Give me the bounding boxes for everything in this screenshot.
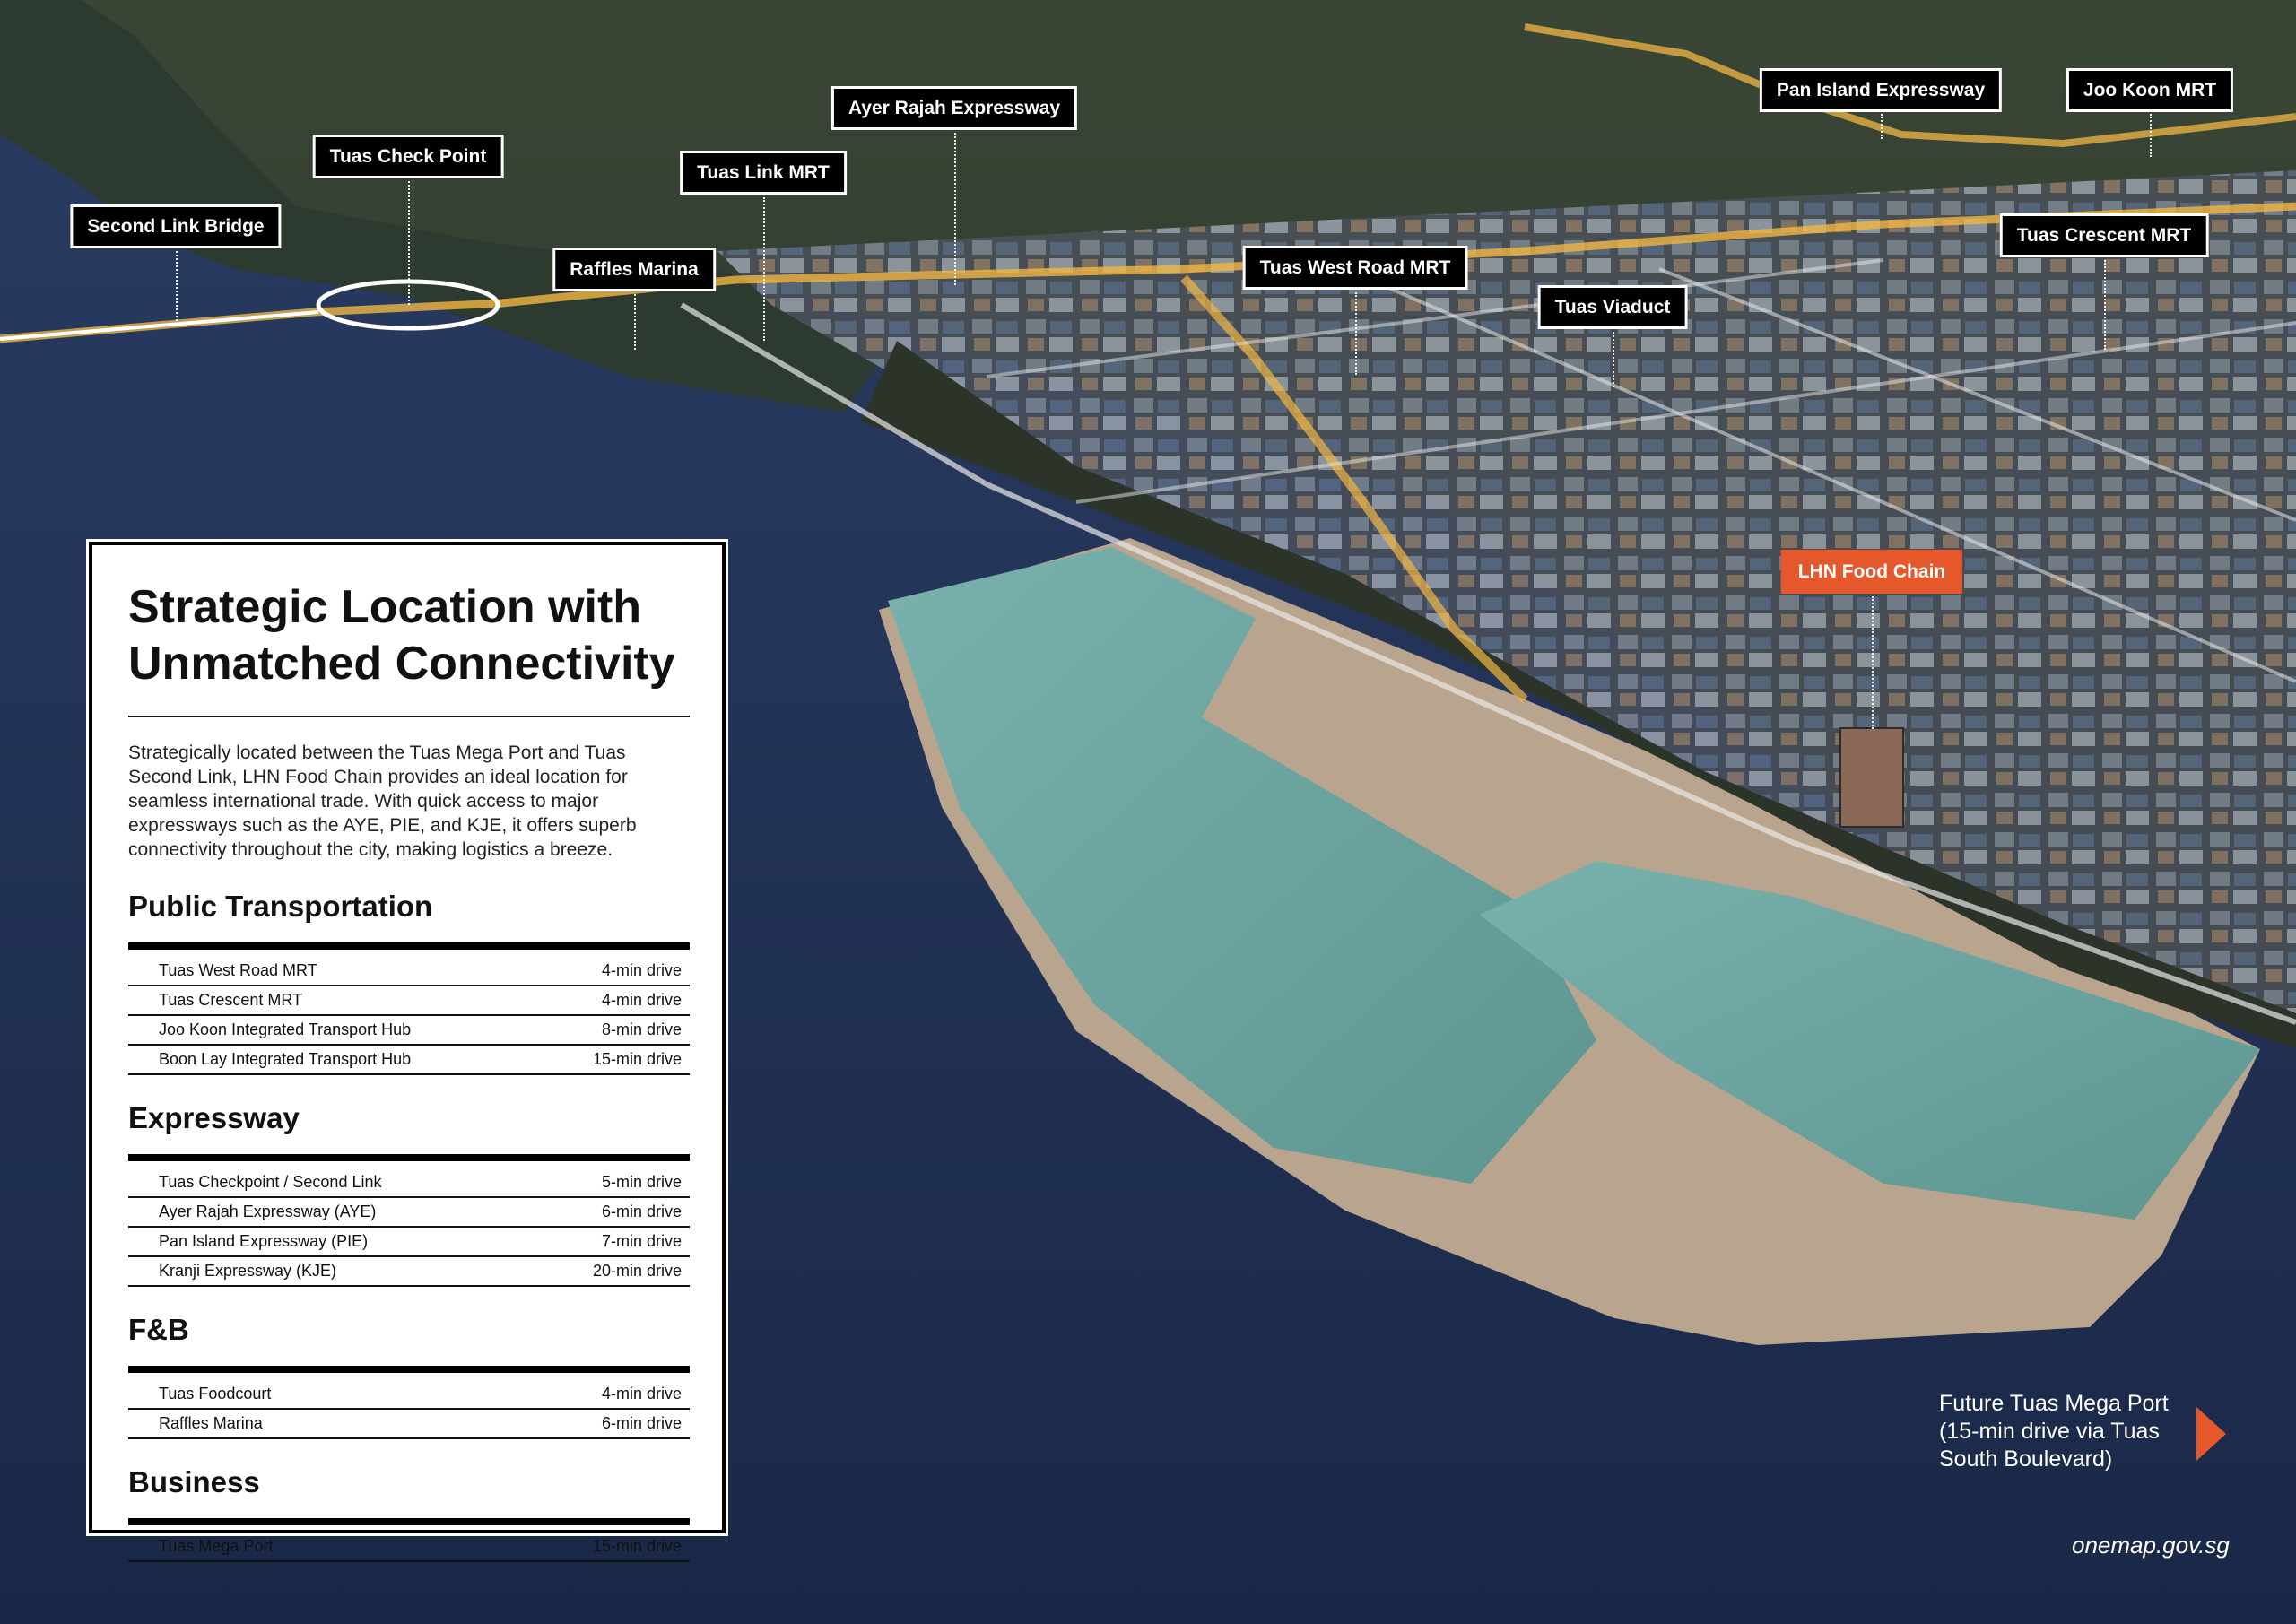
section-expressway: Expressway Tuas Checkpoint / Second Link 5…	[128, 1100, 690, 1287]
map-label-lhn-food-chain: LHN Food Chain	[1780, 550, 1963, 594]
row-drive-time: 8-min drive	[601, 1020, 682, 1038]
section-heading: Public Transportation	[128, 890, 433, 923]
table-row: Tuas Crescent MRT 4-min drive	[128, 986, 690, 1016]
row-drive-time: 7-min drive	[601, 1232, 682, 1250]
table-row: Pan Island Expressway (PIE) 7-min drive	[128, 1228, 690, 1257]
row-drive-time: 4-min drive	[601, 961, 682, 979]
leader-line	[1355, 292, 1357, 375]
leader-line	[1613, 332, 1614, 387]
table-row: Tuas Foodcourt 4-min drive	[128, 1380, 690, 1410]
section-heading: Business	[128, 1465, 260, 1498]
table-row: Joo Koon Integrated Transport Hub 8-min d…	[128, 1016, 690, 1046]
section-divider	[128, 1154, 690, 1161]
row-drive-time: 5-min drive	[601, 1173, 682, 1191]
section-divider	[128, 1518, 690, 1525]
row-drive-time: 4-min drive	[601, 1385, 682, 1403]
table-row: Tuas Checkpoint / Second Link 5-min drive	[128, 1168, 690, 1198]
leader-line	[763, 197, 765, 341]
row-place: Ayer Rajah Expressway (AYE)	[159, 1203, 377, 1220]
table-row: Raffles Marina 6-min drive	[128, 1410, 690, 1439]
panel-description: Strategically located between the Tuas M…	[128, 743, 637, 860]
map-label-tuas-check-point: Tuas Check Point	[312, 135, 504, 178]
map-label-tuas-link-mrt: Tuas Link MRT	[680, 151, 847, 195]
table-row: Tuas Mega Port 15-min drive	[128, 1533, 690, 1562]
leader-line	[176, 251, 178, 325]
map-label-tuas-crescent-mrt: Tuas Crescent MRT	[1999, 213, 2209, 257]
leader-line	[2150, 114, 2152, 157]
row-place: Tuas Checkpoint / Second Link	[159, 1173, 382, 1191]
leader-line	[2104, 260, 2106, 350]
row-place: Tuas Mega Port	[159, 1537, 274, 1555]
map-label-second-link-bridge: Second Link Bridge	[70, 204, 282, 248]
section-divider	[128, 1366, 690, 1373]
leader-line	[408, 181, 410, 305]
row-place: Raffles Marina	[159, 1414, 263, 1432]
row-place: Boon Lay Integrated Transport Hub	[159, 1050, 412, 1068]
leader-line	[954, 133, 956, 285]
row-drive-time: 4-min drive	[601, 991, 682, 1009]
map-label-joo-koon-mrt: Joo Koon MRT	[2066, 68, 2234, 112]
map-label-tuas-west-road-mrt: Tuas West Road MRT	[1242, 246, 1468, 290]
leader-line	[1872, 596, 1874, 729]
panel-title-line2: Unmatched Connectivity	[128, 638, 675, 690]
row-place: Tuas Foodcourt	[159, 1385, 272, 1403]
leader-line	[1881, 114, 1883, 139]
row-drive-time: 15-min drive	[592, 1537, 682, 1555]
map-source-credit: onemap.gov.sg	[2072, 1532, 2230, 1559]
map-label-pan-island-expressway: Pan Island Expressway	[1759, 68, 2003, 112]
row-place: Tuas West Road MRT	[159, 961, 317, 979]
section-divider	[128, 942, 690, 950]
table-row: Tuas West Road MRT 4-min drive	[128, 957, 690, 986]
map-label-raffles-marina: Raffles Marina	[552, 248, 716, 291]
table-row: Boon Lay Integrated Transport Hub 15-min …	[128, 1046, 690, 1075]
leader-line	[634, 294, 636, 350]
map-label-tuas-viaduct: Tuas Viaduct	[1537, 285, 1688, 329]
section-business: Business Tuas Mega Port 15-min drive	[128, 1464, 690, 1562]
table-row: Kranji Expressway (KJE) 20-min drive	[128, 1257, 690, 1287]
triangle-arrow-right-icon	[2196, 1407, 2226, 1461]
future-port-note: Future Tuas Mega Port (15-min drive via …	[1939, 1390, 2208, 1473]
info-panel: Strategic Location with Unmatched Connec…	[86, 539, 728, 1562]
row-place: Pan Island Expressway (PIE)	[159, 1232, 369, 1250]
title-divider	[128, 716, 690, 717]
row-place: Tuas Crescent MRT	[159, 991, 303, 1009]
connectivity-sections: Public Transportation Tuas West Road MRT 4…	[128, 889, 690, 1562]
future-port-note-line1: Future Tuas Mega Port	[1939, 1391, 2169, 1416]
future-port-note-line3: South Boulevard)	[1939, 1446, 2113, 1472]
row-drive-time: 6-min drive	[601, 1203, 682, 1220]
map-label-ayer-rajah-expressway: Ayer Rajah Expressway	[831, 86, 1078, 130]
info-panel-content: Strategic Location with Unmatched Connec…	[128, 579, 690, 1562]
future-port-note-line2: (15-min drive via Tuas	[1939, 1419, 2160, 1444]
section-heading: F&B	[128, 1313, 189, 1346]
row-place: Kranji Expressway (KJE)	[159, 1262, 337, 1280]
section-public-transportation: Public Transportation Tuas West Road MRT 4…	[128, 889, 690, 1075]
row-place: Joo Koon Integrated Transport Hub	[159, 1020, 412, 1038]
row-drive-time: 20-min drive	[592, 1262, 682, 1280]
panel-title-line1: Strategic Location with	[128, 581, 642, 633]
section-heading: Expressway	[128, 1101, 300, 1134]
row-drive-time: 6-min drive	[601, 1414, 682, 1432]
panel-title: Strategic Location with Unmatched Connec…	[128, 579, 690, 692]
row-drive-time: 15-min drive	[592, 1050, 682, 1068]
table-row: Ayer Rajah Expressway (AYE) 6-min drive	[128, 1198, 690, 1228]
section-f-b: F&B Tuas Foodcourt 4-min drive Raffles Mari…	[128, 1312, 690, 1439]
